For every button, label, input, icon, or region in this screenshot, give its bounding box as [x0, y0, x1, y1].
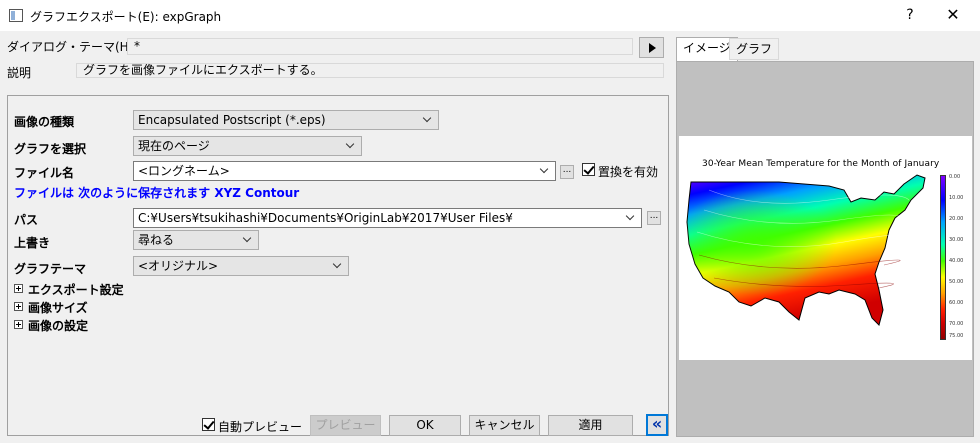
theme-menu-arrow-icon[interactable]	[639, 37, 664, 58]
path-value: C:¥Users¥tsukihashi¥Documents¥OriginLab¥…	[138, 211, 513, 225]
window-title: グラフエクスポート(E): expGraph	[30, 10, 222, 24]
app-icon	[9, 9, 23, 22]
chevron-down-icon	[332, 260, 344, 272]
file-name-browse-button[interactable]: ...	[560, 165, 574, 179]
path-browse-button[interactable]: ...	[647, 211, 661, 225]
replace-checkbox[interactable]	[582, 163, 595, 176]
image-type-value: Encapsulated Postscript (*.eps)	[138, 113, 326, 127]
overwrite-select[interactable]: 尋ねる	[133, 230, 259, 250]
colorbar-label: 10.00	[949, 195, 964, 201]
section-image-settings[interactable]: 画像の設定	[28, 317, 88, 334]
image-type-select[interactable]: Encapsulated Postscript (*.eps)	[133, 110, 439, 130]
colorbar-label: 50.00	[949, 279, 964, 285]
dialog-theme-label: ダイアログ・テーマ(H)	[7, 40, 134, 54]
chevron-down-icon	[539, 165, 551, 177]
description-text: グラフを画像ファイルにエクスポートする。	[76, 63, 664, 78]
colorbar-label: 0.00	[949, 174, 961, 180]
cancel-button[interactable]: キャンセル	[469, 415, 540, 436]
collapse-button[interactable]: «	[646, 414, 668, 436]
expand-plus-icon[interactable]	[14, 320, 23, 329]
chevron-down-icon	[345, 140, 357, 152]
select-graph-value: 現在のページ	[138, 139, 210, 153]
preview-button[interactable]: プレビュー	[310, 415, 381, 436]
graph-theme-label: グラフテーマ	[14, 262, 87, 276]
graph-theme-value: <オリジナル>	[138, 259, 219, 273]
help-button[interactable]: ?	[890, 3, 930, 27]
chevron-down-icon	[242, 234, 254, 246]
dialog-theme-field[interactable]: *	[127, 38, 633, 55]
description-label: 説明	[7, 66, 32, 80]
graph-theme-select[interactable]: <オリジナル>	[133, 256, 349, 276]
save-as-info: ファイルは 次のように保存されます XYZ Contour	[14, 186, 300, 200]
map-title: 30-Year Mean Temperature for the Month o…	[702, 159, 940, 169]
colorbar-label: 40.00	[949, 258, 964, 264]
section-image-size[interactable]: 画像サイズ	[28, 299, 88, 316]
colorbar-label: 70.00	[949, 321, 964, 327]
file-name-label: ファイル名	[14, 166, 75, 180]
expand-plus-icon[interactable]	[14, 302, 23, 311]
path-label: パス	[14, 213, 39, 227]
colorbar-label: 60.00	[949, 300, 964, 306]
file-name-value: <ロングネーム>	[138, 164, 230, 178]
chevron-down-icon	[625, 212, 637, 224]
us-map-west-band	[687, 175, 925, 325]
colorbar-label: 75.00	[949, 333, 964, 339]
colorbar-label: 30.00	[949, 237, 964, 243]
file-name-input[interactable]: <ロングネーム>	[133, 161, 556, 181]
replace-label: 置換を有効	[598, 165, 659, 179]
select-graph-select[interactable]: 現在のページ	[133, 136, 362, 156]
auto-preview-checkbox[interactable]	[202, 418, 215, 431]
tab-graph[interactable]: グラフ	[729, 38, 780, 60]
colorbar-label: 20.00	[949, 216, 964, 222]
chevron-down-icon	[422, 114, 434, 126]
us-temperature-map	[686, 174, 926, 326]
close-button[interactable]: ✕	[933, 3, 973, 27]
apply-button[interactable]: 適用	[548, 415, 633, 436]
overwrite-label: 上書き	[14, 236, 51, 250]
overwrite-value: 尋ねる	[138, 233, 175, 247]
auto-preview-label: 自動プレビュー	[218, 420, 303, 434]
select-graph-label: グラフを選択	[14, 142, 87, 156]
ok-button[interactable]: OK	[389, 415, 461, 436]
colorbar	[940, 175, 946, 340]
section-export-settings[interactable]: エクスポート設定	[28, 281, 124, 298]
image-type-label: 画像の種類	[14, 115, 75, 129]
path-input[interactable]: C:¥Users¥tsukihashi¥Documents¥OriginLab¥…	[133, 208, 642, 228]
expand-plus-icon[interactable]	[14, 284, 23, 293]
